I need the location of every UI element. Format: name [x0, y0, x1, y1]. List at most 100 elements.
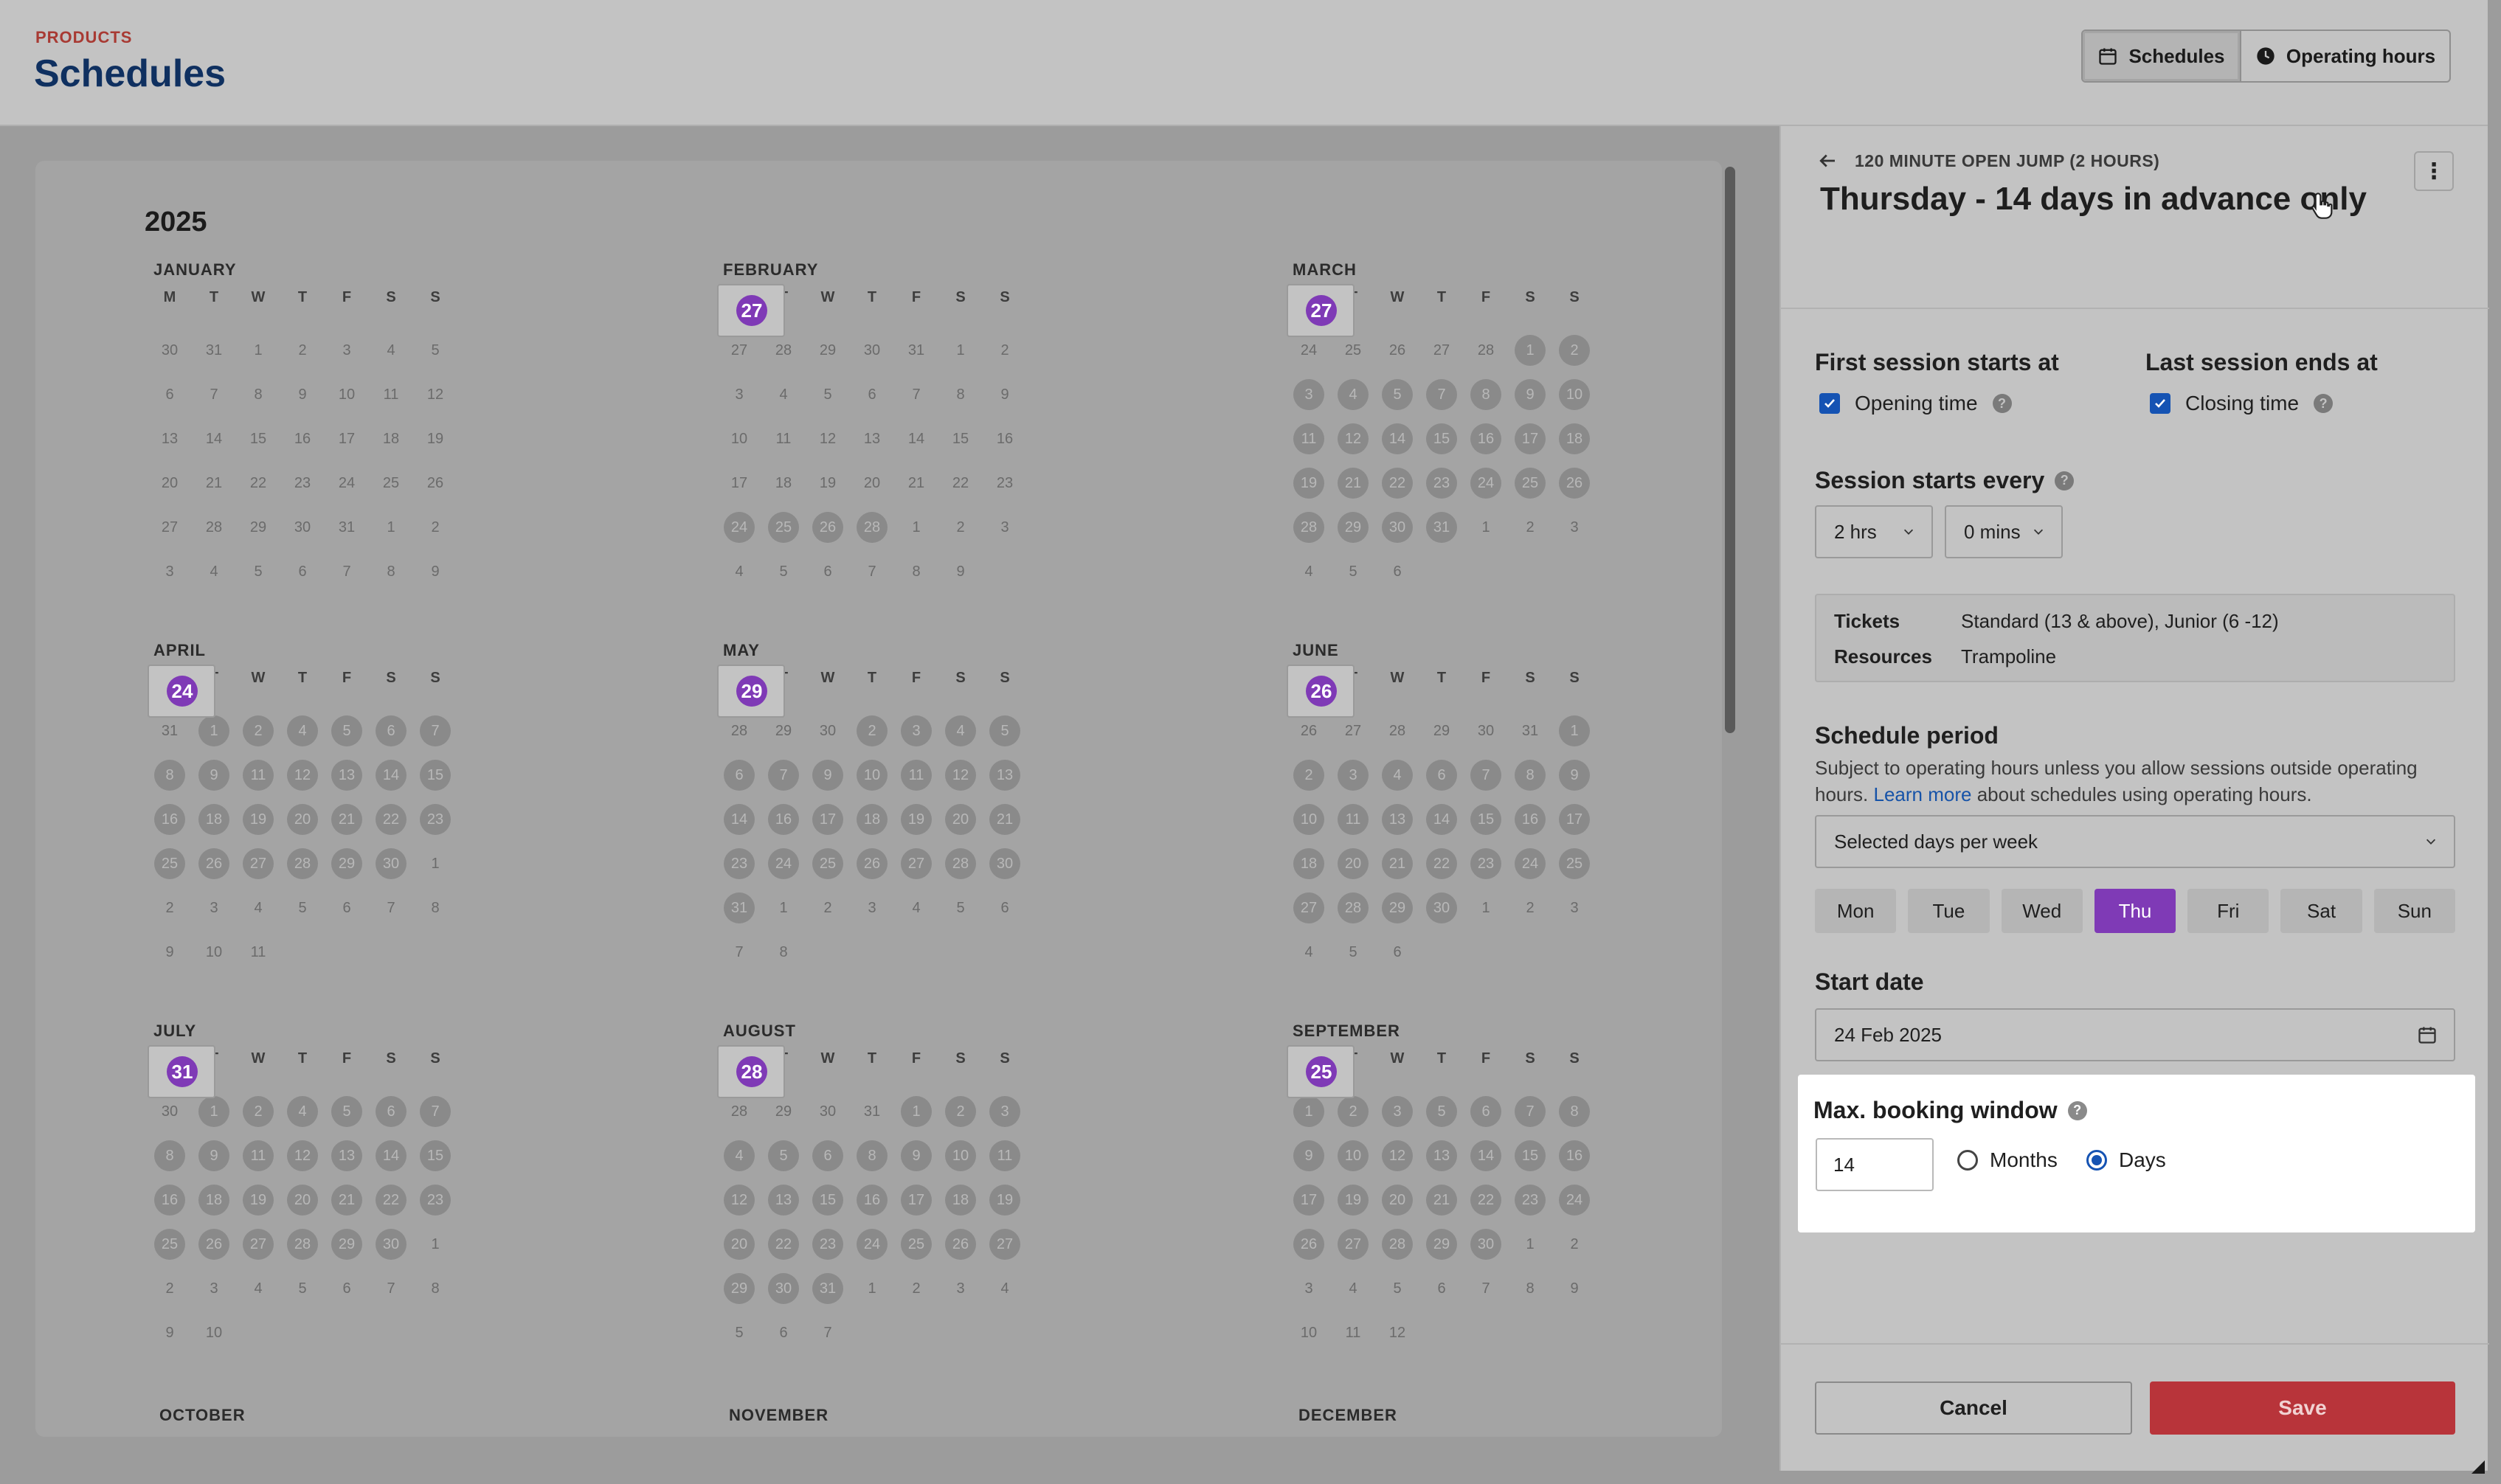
calendar-day[interactable]: 9 [1287, 1134, 1331, 1178]
calendar-day[interactable]: 18 [938, 1178, 983, 1222]
calendar-day[interactable]: 8 [148, 1134, 192, 1178]
calendar-day[interactable]: 14 [1419, 797, 1464, 842]
calendar-day[interactable]: 24 [325, 461, 369, 505]
calendar-day[interactable]: 8 [850, 1134, 894, 1178]
calendar-day[interactable]: 4 [761, 372, 806, 417]
calendar-scrollbar-thumb[interactable] [1725, 167, 1735, 733]
calendar-day[interactable]: 19 [1331, 1178, 1375, 1222]
calendar-day-scheduled[interactable]: 29 [717, 665, 785, 718]
calendar-day[interactable]: 24 [1464, 461, 1508, 505]
calendar-day[interactable]: 15 [938, 417, 983, 461]
calendar-day[interactable]: 20 [280, 1178, 325, 1222]
calendar-day[interactable]: 20 [717, 1222, 761, 1266]
calendar-day[interactable]: 14 [717, 797, 761, 842]
calendar-day[interactable]: 21 [1331, 461, 1375, 505]
calendar-day[interactable]: 18 [1552, 417, 1597, 461]
calendar-day[interactable]: 21 [325, 1178, 369, 1222]
calendar-day[interactable]: 4 [938, 709, 983, 753]
calendar-day[interactable]: 15 [413, 753, 457, 797]
calendar-day[interactable]: 27 [148, 505, 192, 549]
opening-time-checkbox[interactable] [1819, 393, 1840, 414]
calendar-day[interactable]: 6 [1419, 753, 1464, 797]
help-icon[interactable]: ? [1992, 394, 2012, 413]
calendar-day[interactable]: 6 [369, 709, 413, 753]
calendar-day[interactable]: 10 [1331, 1134, 1375, 1178]
calendar-day[interactable]: 3 [894, 709, 938, 753]
calendar-day[interactable]: 11 [1287, 417, 1331, 461]
calendar-day[interactable]: 22 [236, 461, 280, 505]
calendar-day[interactable]: 26 [192, 842, 236, 886]
calendar-day[interactable]: 20 [938, 797, 983, 842]
weekday-button-thu[interactable]: Thu [2094, 889, 2176, 933]
calendar-day[interactable]: 21 [983, 797, 1027, 842]
calendar-day[interactable]: 24 [850, 1222, 894, 1266]
calendar-day[interactable]: 13 [1419, 1134, 1464, 1178]
calendar-day[interactable]: 22 [1375, 461, 1419, 505]
calendar-day[interactable]: 26 [1287, 1222, 1331, 1266]
calendar-day[interactable]: 7 [761, 753, 806, 797]
calendar-day[interactable]: 17 [1508, 417, 1552, 461]
calendar-day[interactable]: 20 [850, 461, 894, 505]
calendar-day[interactable]: 18 [192, 797, 236, 842]
calendar-day[interactable]: 9 [192, 1134, 236, 1178]
calendar-day[interactable]: 14 [369, 753, 413, 797]
calendar-day[interactable]: 27 [894, 842, 938, 886]
calendar-day[interactable]: 8 [236, 372, 280, 417]
calendar-day[interactable]: 29 [236, 505, 280, 549]
calendar-day[interactable]: 16 [1508, 797, 1552, 842]
calendar-day[interactable]: 28 [850, 505, 894, 549]
calendar-day[interactable]: 13 [325, 1134, 369, 1178]
calendar-day[interactable]: 23 [1464, 842, 1508, 886]
calendar-day[interactable]: 15 [413, 1134, 457, 1178]
calendar-day[interactable]: 13 [325, 753, 369, 797]
calendar-day[interactable]: 7 [192, 372, 236, 417]
calendar-day[interactable]: 23 [1419, 461, 1464, 505]
calendar-day[interactable]: 25 [148, 1222, 192, 1266]
calendar-day[interactable]: 19 [894, 797, 938, 842]
calendar-day[interactable]: 4 [369, 328, 413, 372]
calendar-day[interactable]: 31 [1419, 505, 1464, 549]
calendar-day[interactable]: 30 [369, 1222, 413, 1266]
calendar-day[interactable]: 5 [325, 1089, 369, 1134]
calendar-day[interactable]: 6 [806, 1134, 850, 1178]
calendar-day[interactable]: 26 [192, 1222, 236, 1266]
calendar-day[interactable]: 2 [236, 709, 280, 753]
calendar-day[interactable]: 27 [1331, 1222, 1375, 1266]
calendar-day[interactable]: 16 [1464, 417, 1508, 461]
calendar-day[interactable]: 16 [1552, 1134, 1597, 1178]
calendar-day[interactable]: 5 [325, 709, 369, 753]
calendar-day[interactable]: 10 [1552, 372, 1597, 417]
calendar-day[interactable]: 13 [850, 417, 894, 461]
calendar-day[interactable]: 4 [717, 1134, 761, 1178]
calendar-day[interactable]: 23 [1508, 1178, 1552, 1222]
save-button[interactable]: Save [2150, 1381, 2455, 1435]
calendar-day[interactable]: 9 [1552, 753, 1597, 797]
calendar-day[interactable]: 8 [1508, 753, 1552, 797]
calendar-day-scheduled[interactable]: 24 [148, 665, 215, 718]
calendar-day[interactable]: 4 [1331, 372, 1375, 417]
calendar-day[interactable]: 16 [761, 797, 806, 842]
calendar-day[interactable]: 11 [236, 1134, 280, 1178]
months-radio[interactable] [1957, 1150, 1978, 1171]
calendar-day[interactable]: 14 [894, 417, 938, 461]
calendar-day[interactable]: 2 [938, 1089, 983, 1134]
calendar-day[interactable]: 17 [894, 1178, 938, 1222]
calendar-day[interactable]: 2 [850, 709, 894, 753]
calendar-day[interactable]: 7 [1464, 753, 1508, 797]
calendar-day[interactable]: 23 [806, 1222, 850, 1266]
calendar-day[interactable]: 22 [761, 1222, 806, 1266]
calendar-day[interactable]: 12 [938, 753, 983, 797]
calendar-day-scheduled[interactable]: 27 [1287, 284, 1355, 337]
closing-time-checkbox[interactable] [2150, 393, 2170, 414]
operating-hours-view-button[interactable]: Operating hours [2241, 31, 2449, 81]
back-arrow-icon[interactable] [1816, 150, 1838, 172]
calendar-day[interactable]: 19 [806, 461, 850, 505]
calendar-day[interactable]: 23 [413, 1178, 457, 1222]
calendar-day[interactable]: 5 [983, 709, 1027, 753]
calendar-day[interactable]: 29 [717, 1266, 761, 1311]
interval-minutes-select[interactable]: 0 mins [1945, 505, 2063, 558]
calendar-day[interactable]: 8 [938, 372, 983, 417]
cancel-button[interactable]: Cancel [1815, 1381, 2132, 1435]
calendar-day[interactable]: 10 [325, 372, 369, 417]
calendar-day[interactable]: 28 [1331, 886, 1375, 930]
